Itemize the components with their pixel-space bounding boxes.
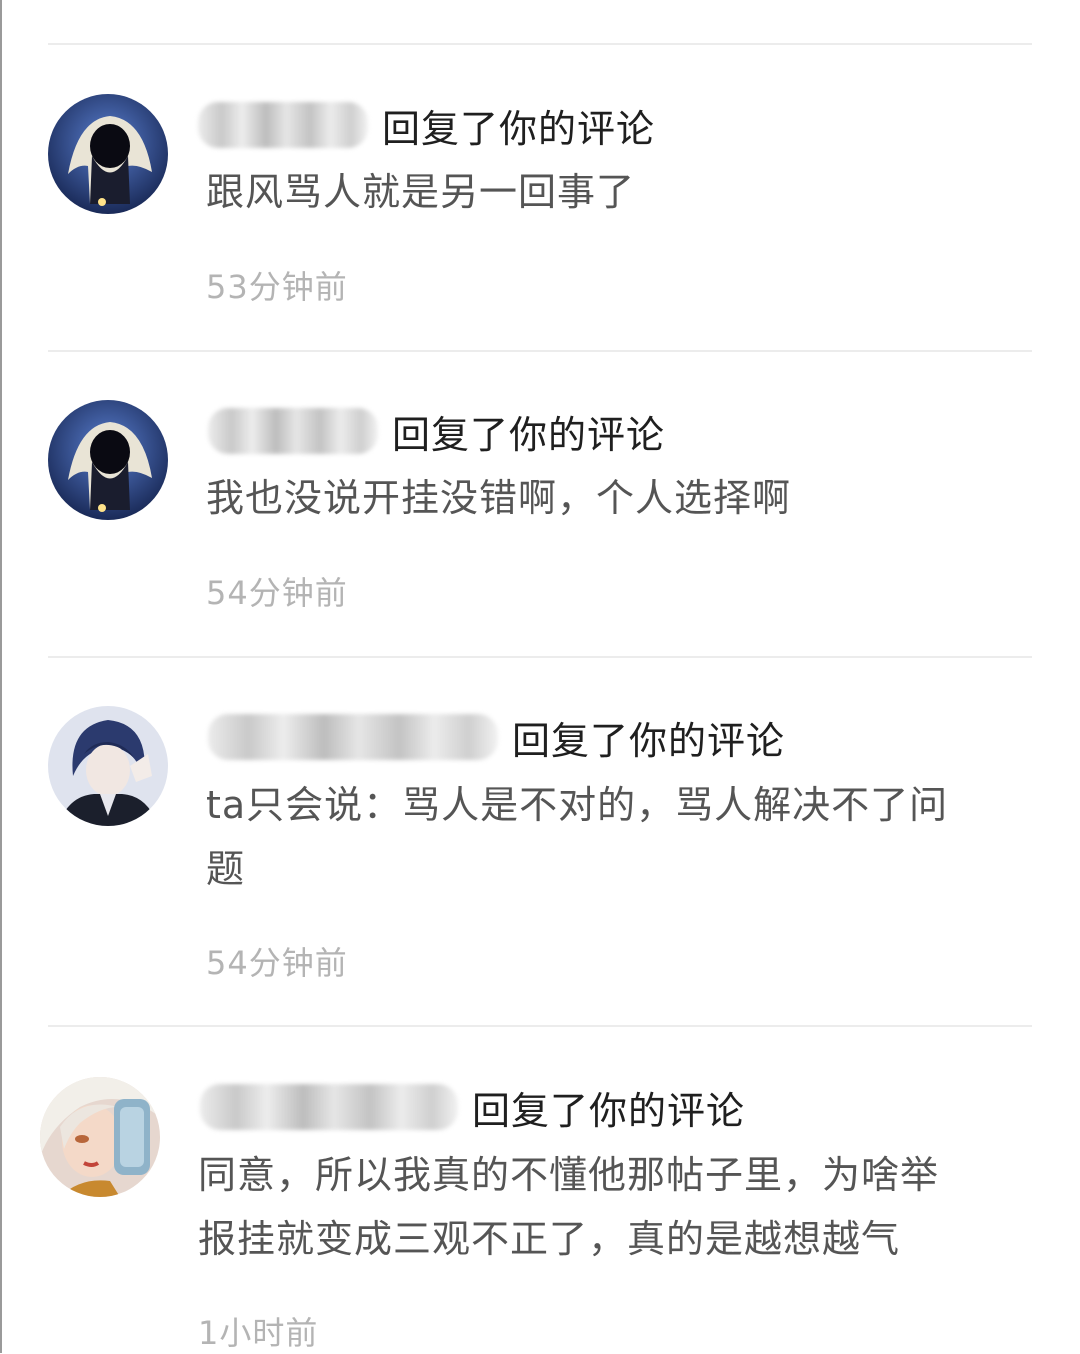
blurred-username[interactable] bbox=[208, 714, 498, 760]
notification-header: 回复了你的评论 bbox=[208, 707, 785, 767]
comment-timestamp: 54分钟前 bbox=[206, 574, 348, 612]
user-avatar[interactable] bbox=[48, 94, 168, 214]
anime-girl-avatar-icon bbox=[40, 1077, 160, 1197]
comment-content[interactable]: 跟风骂人就是另一回事了 bbox=[206, 160, 635, 224]
left-edge-line bbox=[0, 0, 2, 1353]
reply-action-text: 回复了你的评论 bbox=[472, 1088, 746, 1133]
comment-content[interactable]: 我也没说开挂没错啊，个人选择啊 bbox=[206, 466, 791, 530]
notification-header: 回复了你的评论 bbox=[200, 1077, 745, 1137]
blurred-username[interactable] bbox=[198, 102, 368, 148]
blurred-username[interactable] bbox=[200, 1084, 458, 1130]
anime-boy-avatar-icon bbox=[48, 706, 168, 826]
reply-action-text: 回复了你的评论 bbox=[512, 718, 786, 763]
comment-timestamp: 1小时前 bbox=[198, 1314, 319, 1352]
notification-header: 回复了你的评论 bbox=[208, 401, 665, 461]
comment-content[interactable]: 同意，所以我真的不懂他那帖子里，为啥举 报挂就变成三观不正了，真的是越想越气 bbox=[198, 1143, 939, 1271]
notification-header: 回复了你的评论 bbox=[198, 95, 655, 155]
divider bbox=[48, 43, 1032, 45]
reply-action-text: 回复了你的评论 bbox=[382, 106, 656, 151]
user-avatar[interactable] bbox=[48, 706, 168, 826]
hooded-figure-avatar-icon bbox=[48, 400, 168, 520]
blurred-username[interactable] bbox=[208, 408, 378, 454]
divider bbox=[48, 350, 1032, 352]
user-avatar[interactable] bbox=[48, 400, 168, 520]
comment-timestamp: 53分钟前 bbox=[206, 268, 348, 306]
comment-timestamp: 54分钟前 bbox=[206, 944, 348, 982]
comment-content[interactable]: ta只会说：骂人是不对的，骂人解决不了问 题 bbox=[206, 773, 948, 901]
divider bbox=[48, 656, 1032, 658]
divider bbox=[48, 1025, 1032, 1027]
hooded-figure-avatar-icon bbox=[48, 94, 168, 214]
user-avatar[interactable] bbox=[40, 1077, 160, 1197]
reply-action-text: 回复了你的评论 bbox=[392, 412, 666, 457]
